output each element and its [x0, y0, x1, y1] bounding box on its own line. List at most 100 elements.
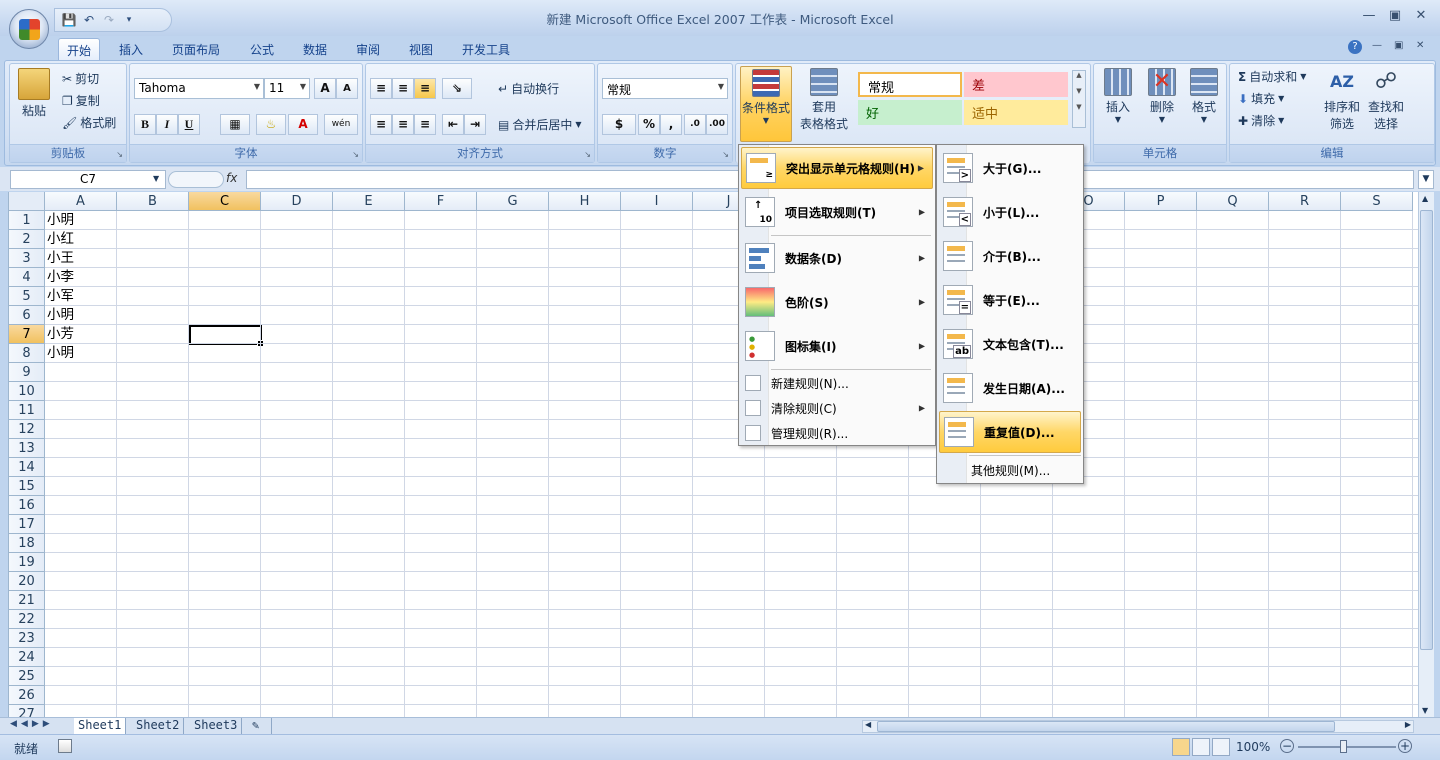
row-header-16[interactable]: 16	[9, 496, 45, 515]
column-header-a[interactable]: A	[45, 192, 117, 211]
column-header-c[interactable]: C	[189, 192, 261, 211]
cell-a8[interactable]: 小明	[47, 344, 74, 363]
column-header-b[interactable]: B	[117, 192, 189, 211]
tab-insert[interactable]: 插入	[111, 38, 151, 60]
zoom-slider-thumb[interactable]	[1340, 740, 1347, 753]
dialog-launcher-icon[interactable]: ↘	[584, 150, 591, 159]
zoom-level[interactable]: 100%	[1236, 740, 1270, 754]
row-header-4[interactable]: 4	[9, 268, 45, 287]
column-header-g[interactable]: G	[477, 192, 549, 211]
row-header-17[interactable]: 17	[9, 515, 45, 534]
horizontal-scrollbar[interactable]: ◀ ▶	[862, 720, 1414, 733]
row-header-22[interactable]: 22	[9, 610, 45, 629]
chevron-down-icon[interactable]: ▼	[153, 174, 159, 183]
cut-button[interactable]: ✂ 剪切	[62, 70, 99, 87]
row-header-24[interactable]: 24	[9, 648, 45, 667]
sort-filter-button[interactable]: AZ 排序和 筛选	[1322, 68, 1362, 132]
insert-cells-button[interactable]: 插入 ▼	[1098, 68, 1138, 124]
menu-date-occurring[interactable]: 发生日期(A)...	[939, 367, 1081, 409]
dialog-launcher-icon[interactable]: ↘	[352, 150, 359, 159]
style-bad[interactable]: 差	[964, 72, 1068, 97]
tab-formulas[interactable]: 公式	[242, 38, 282, 60]
normal-view-icon[interactable]	[1172, 738, 1190, 756]
menu-equal-to[interactable]: = 等于(E)...	[939, 279, 1081, 321]
column-header-p[interactable]: P	[1125, 192, 1197, 211]
font-name-combo[interactable]: Tahoma ▼	[134, 78, 264, 99]
menu-less-than[interactable]: < 小于(L)...	[939, 191, 1081, 233]
menu-data-bars[interactable]: 数据条(D) ▶	[741, 237, 933, 279]
row-header-1[interactable]: 1	[9, 211, 45, 230]
row-header-7[interactable]: 7	[9, 325, 45, 344]
align-bottom-button[interactable]: ≡	[414, 78, 436, 99]
shrink-font-button[interactable]: A	[336, 78, 358, 99]
decrease-decimal-button[interactable]: .00	[706, 114, 728, 135]
row-header-15[interactable]: 15	[9, 477, 45, 496]
row-header-8[interactable]: 8	[9, 344, 45, 363]
cell-a7[interactable]: 小芳	[47, 325, 74, 344]
row-header-3[interactable]: 3	[9, 249, 45, 268]
column-header-d[interactable]: D	[261, 192, 333, 211]
column-header-f[interactable]: F	[405, 192, 477, 211]
align-center-button[interactable]: ≡	[392, 114, 414, 135]
zoom-in-icon[interactable]: +	[1398, 739, 1412, 753]
increase-decimal-button[interactable]: .0	[684, 114, 706, 135]
menu-duplicate-values[interactable]: 重复值(D)...	[939, 411, 1081, 453]
percent-button[interactable]: %	[638, 114, 660, 135]
insert-function-icon[interactable]: fx	[226, 171, 237, 185]
row-header-9[interactable]: 9	[9, 363, 45, 382]
column-header-q[interactable]: Q	[1197, 192, 1269, 211]
paste-button[interactable]: 粘贴	[16, 68, 52, 119]
close-icon[interactable]: ✕	[1412, 8, 1430, 26]
cell-a2[interactable]: 小红	[47, 230, 74, 249]
row-header-25[interactable]: 25	[9, 667, 45, 686]
menu-color-scales[interactable]: 色阶(S) ▶	[741, 281, 933, 323]
page-layout-view-icon[interactable]	[1192, 738, 1210, 756]
column-header-e[interactable]: E	[333, 192, 405, 211]
row-header-6[interactable]: 6	[9, 306, 45, 325]
dialog-launcher-icon[interactable]: ↘	[722, 150, 729, 159]
menu-highlight-cell-rules[interactable]: ≥ 突出显示单元格规则(H) ▶	[741, 147, 933, 189]
number-format-combo[interactable]: 常规 ▼	[602, 78, 728, 99]
style-good[interactable]: 好	[858, 100, 962, 125]
row-header-26[interactable]: 26	[9, 686, 45, 705]
scroll-right-icon[interactable]: ▶	[1405, 720, 1411, 729]
row-header-19[interactable]: 19	[9, 553, 45, 572]
conditional-formatting-button[interactable]: 条件格式 ▼	[740, 66, 792, 142]
style-normal[interactable]: 常规	[858, 72, 962, 97]
column-header-i[interactable]: I	[621, 192, 693, 211]
formula-bar-splitter[interactable]	[168, 171, 224, 188]
comma-button[interactable]: ,	[660, 114, 682, 135]
orientation-button[interactable]: ⇘	[442, 78, 472, 99]
copy-button[interactable]: ❐ 复制	[62, 92, 100, 109]
align-middle-button[interactable]: ≡	[392, 78, 414, 99]
menu-between[interactable]: 介于(B)...	[939, 235, 1081, 277]
scroll-down-icon[interactable]: ▼	[1422, 706, 1428, 715]
row-header-2[interactable]: 2	[9, 230, 45, 249]
grow-font-button[interactable]: A	[314, 78, 336, 99]
tab-view[interactable]: 视图	[401, 38, 441, 60]
select-all-corner[interactable]	[9, 192, 45, 211]
underline-button[interactable]: U	[178, 114, 200, 135]
menu-manage-rules[interactable]: 管理规则(R)...	[741, 421, 933, 445]
format-painter-button[interactable]: 🖌 格式刷	[62, 114, 116, 131]
row-header-21[interactable]: 21	[9, 591, 45, 610]
office-button[interactable]	[9, 9, 49, 49]
tab-home[interactable]: 开始	[58, 38, 101, 60]
fill-button[interactable]: ⬇ 填充 ▼	[1238, 90, 1284, 107]
menu-more-rules[interactable]: 其他规则(M)...	[939, 458, 1081, 482]
delete-cells-button[interactable]: ✕ 删除 ▼	[1142, 68, 1182, 124]
merge-center-button[interactable]: ▤ 合并后居中 ▼	[498, 116, 582, 133]
font-color-button[interactable]: A	[288, 114, 318, 135]
sheet-tab-3[interactable]: Sheet3	[190, 718, 243, 734]
active-cell[interactable]	[189, 325, 264, 347]
cell-a3[interactable]: 小王	[47, 249, 74, 268]
menu-icon-sets[interactable]: ● ● ● 图标集(I) ▶	[741, 325, 933, 367]
italic-button[interactable]: I	[156, 114, 178, 135]
row-header-12[interactable]: 12	[9, 420, 45, 439]
clear-button[interactable]: ✚ 清除 ▼	[1238, 112, 1284, 129]
row-header-27[interactable]: 27	[9, 705, 45, 717]
ribbon-minimize-icon[interactable]: —	[1372, 40, 1382, 51]
align-right-button[interactable]: ≡	[414, 114, 436, 135]
row-header-14[interactable]: 14	[9, 458, 45, 477]
ribbon-restore-icon[interactable]: ▣	[1394, 40, 1403, 51]
